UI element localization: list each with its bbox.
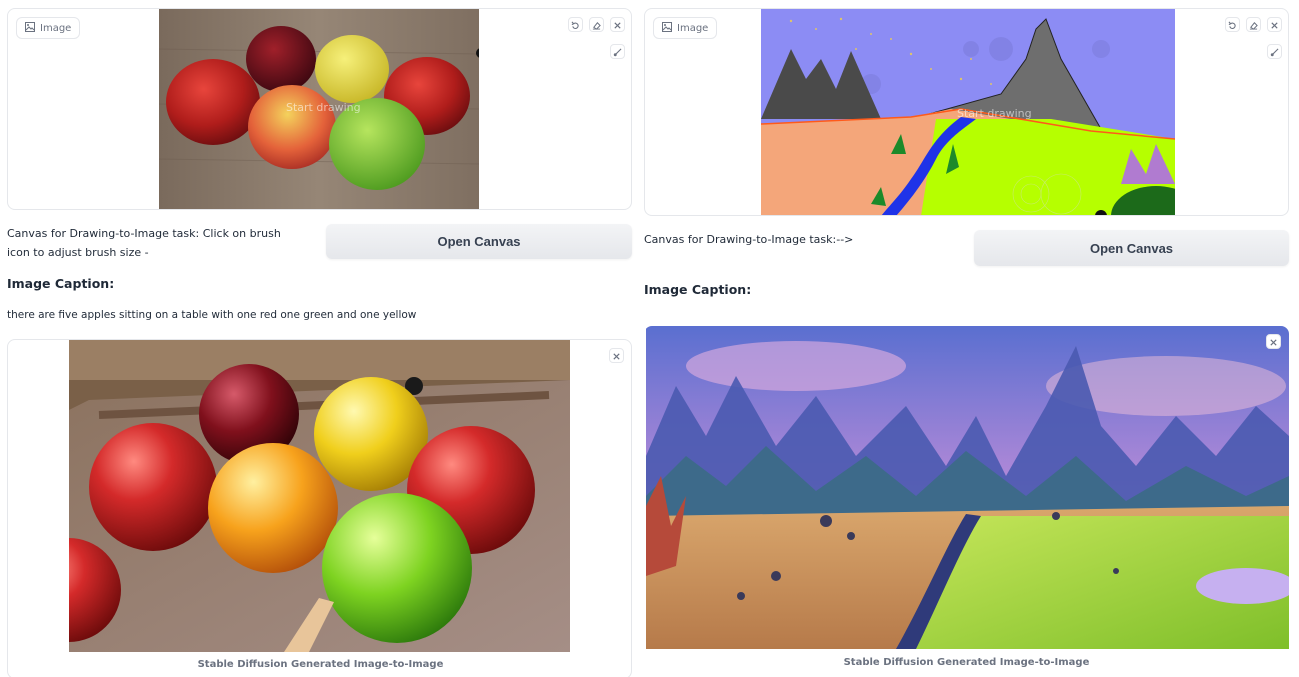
- image-label-text: Image: [677, 22, 709, 34]
- undo-button[interactable]: [1225, 17, 1240, 32]
- left-caption-heading: Image Caption:: [7, 276, 115, 291]
- right-output-label: Stable Diffusion Generated Image-to-Imag…: [843, 657, 1090, 668]
- close-icon: [612, 346, 621, 365]
- left-canvas-description: Canvas for Drawing-to-Image task: Click …: [7, 227, 281, 259]
- image-label-badge: Image: [653, 17, 718, 39]
- left-output-panel: Stable Diffusion Generated Image-to-Imag…: [7, 339, 632, 677]
- left-output-close-button[interactable]: [609, 348, 624, 363]
- left-caption-text: there are five apples sitting on a table…: [7, 309, 417, 321]
- brush-icon: [613, 42, 622, 61]
- canvas-overlay-hint: Start drawing: [957, 107, 1032, 120]
- eraser-icon: [1249, 15, 1258, 34]
- fantasy-landscape-output-image: [646, 326, 1289, 649]
- right-caption-heading: Image Caption:: [644, 282, 752, 297]
- right-canvas-panel[interactable]: Image Start drawing: [644, 8, 1289, 216]
- left-canvas-panel[interactable]: Image Start drawing: [7, 8, 632, 210]
- image-icon: [662, 21, 672, 35]
- right-output-panel: Stable Diffusion Generated Image-to-Imag…: [644, 326, 1289, 677]
- left-open-canvas-button[interactable]: Open Canvas: [326, 224, 632, 259]
- image-icon: [25, 21, 35, 35]
- erase-button[interactable]: [1246, 17, 1261, 32]
- balls-output-image: [69, 340, 570, 652]
- right-open-canvas-button[interactable]: Open Canvas: [974, 230, 1289, 266]
- right-canvas-description: Canvas for Drawing-to-Image task:-->: [644, 233, 854, 246]
- undo-button[interactable]: [568, 17, 583, 32]
- clear-button[interactable]: [1267, 17, 1282, 32]
- left-output-label: Stable Diffusion Generated Image-to-Imag…: [197, 659, 444, 670]
- clear-button[interactable]: [610, 17, 625, 32]
- close-icon: [613, 15, 622, 34]
- erase-button[interactable]: [589, 17, 604, 32]
- right-output-close-button[interactable]: [1266, 334, 1281, 349]
- close-icon: [1270, 15, 1279, 34]
- undo-icon: [1228, 15, 1237, 34]
- brush-button[interactable]: [1267, 44, 1282, 59]
- undo-icon: [571, 15, 580, 34]
- close-icon: [1269, 332, 1278, 351]
- brush-icon: [1270, 42, 1279, 61]
- eraser-icon: [592, 15, 601, 34]
- brush-button[interactable]: [610, 44, 625, 59]
- image-label-badge: Image: [16, 17, 81, 39]
- image-label-text: Image: [40, 22, 72, 34]
- canvas-overlay-hint: Start drawing: [286, 101, 361, 114]
